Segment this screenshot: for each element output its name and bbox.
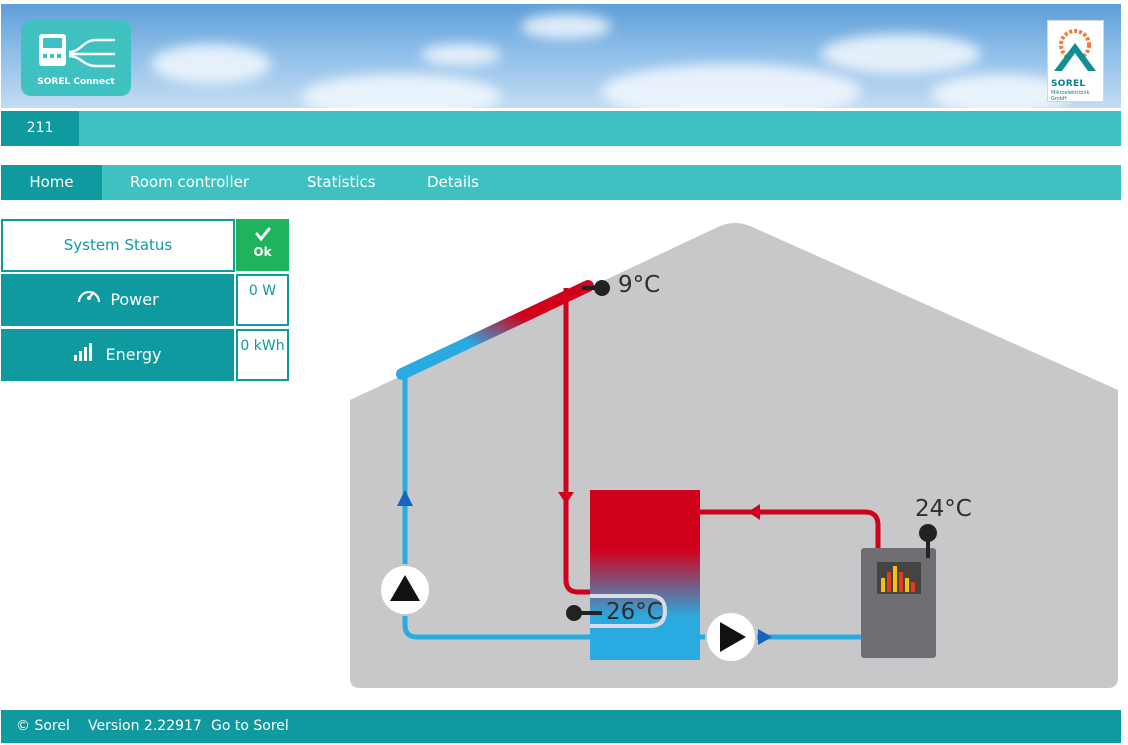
hydraulic-scheme (350, 223, 1118, 688)
tank-temperature: 26°C (606, 599, 663, 625)
brand-name: SOREL (1051, 79, 1086, 89)
device-id-button[interactable]: 211 (1, 111, 79, 146)
power-label: Power (110, 290, 159, 309)
solar-pump-icon (379, 564, 431, 616)
tab-details[interactable]: Details (427, 165, 479, 200)
version-text: Version 2.22917 (88, 718, 202, 734)
tab-home[interactable]: Home (1, 165, 102, 200)
logo-label: SOREL Connect (37, 77, 115, 87)
power-button[interactable]: Power (1, 274, 234, 326)
brand-subtitle: Mikroelektronik GmbH (1051, 90, 1090, 102)
power-value: 0 W (236, 274, 289, 326)
system-diagram: 9°C 24°C 26°C (350, 220, 1122, 692)
collector-temperature: 9°C (618, 272, 661, 298)
system-status-button[interactable]: System Status (1, 219, 235, 272)
main-nav: Home Room controller Statistics Details (1, 165, 1121, 200)
tab-room-controller[interactable]: Room controller (130, 165, 249, 200)
sun-house-icon (1054, 29, 1096, 71)
system-status-value: Ok (253, 245, 272, 259)
device-bar: 211 (1, 111, 1121, 146)
footer: © Sorel Version 2.22917 Go to Sorel (1, 710, 1121, 743)
sorel-connect-logo[interactable]: SOREL Connect (21, 20, 131, 96)
energy-value: 0 kWh (236, 329, 289, 381)
header-banner: SOREL Connect SOREL Mikroelektronik GmbH (1, 4, 1121, 108)
tab-statistics[interactable]: Statistics (307, 165, 376, 200)
copyright-text: © Sorel (16, 718, 70, 734)
signal-bars-icon (73, 330, 97, 382)
energy-button[interactable]: Energy (1, 329, 234, 381)
loading-pump-icon (705, 611, 757, 663)
sorel-brand-logo[interactable]: SOREL Mikroelektronik GmbH (1047, 20, 1104, 102)
checkmark-icon (255, 227, 271, 242)
go-to-sorel-link[interactable]: Go to Sorel (211, 710, 289, 743)
controller-icon (39, 34, 115, 68)
system-status-badge: Ok (236, 219, 289, 271)
storage-tank (590, 490, 700, 660)
gauge-icon (76, 275, 102, 327)
energy-label: Energy (105, 345, 162, 364)
boiler-temperature: 24°C (915, 496, 972, 522)
